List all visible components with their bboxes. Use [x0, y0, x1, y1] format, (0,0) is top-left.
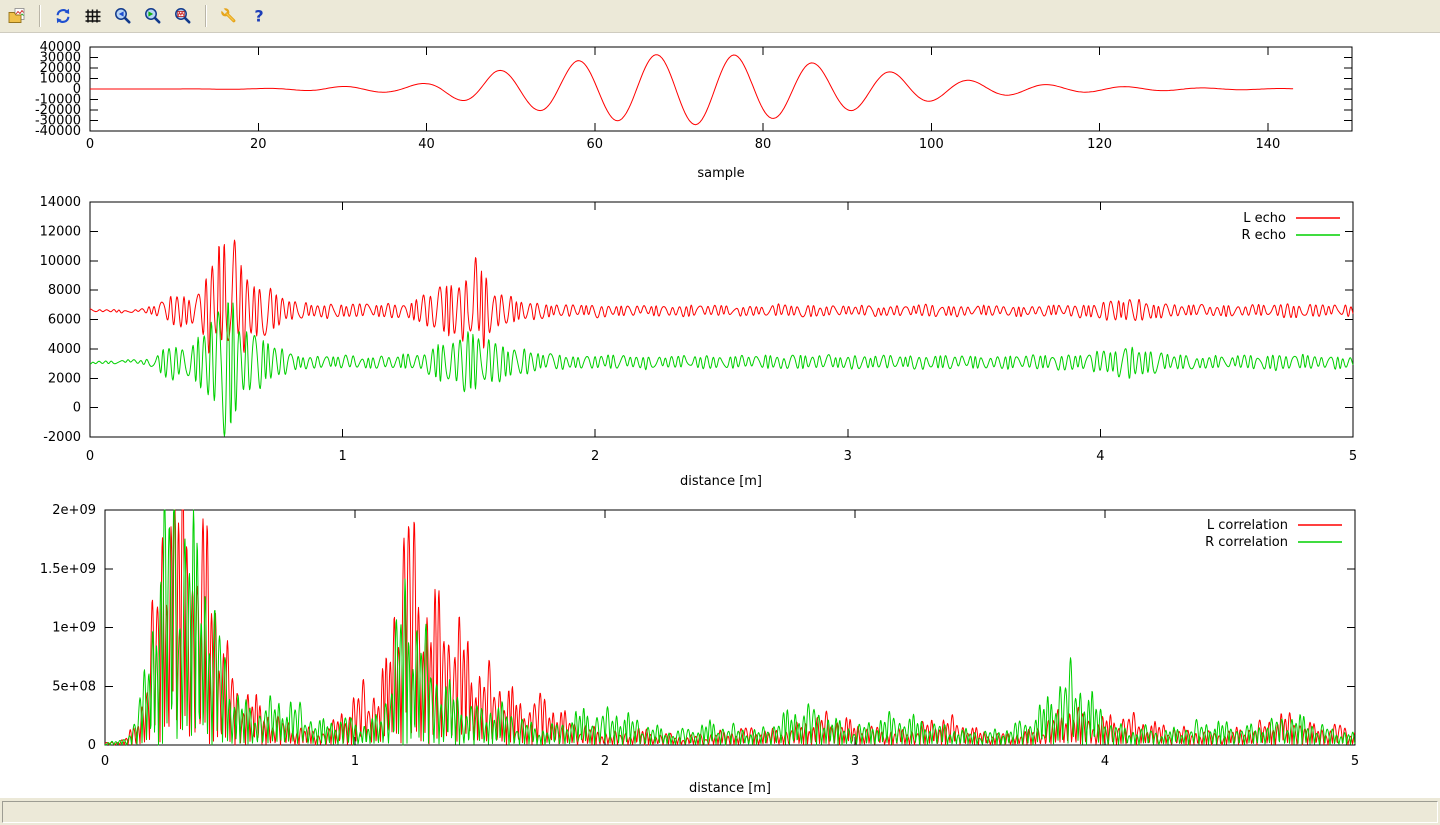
- plot-area[interactable]: [105, 510, 1355, 745]
- zoom-next-icon: [144, 7, 162, 25]
- y-tick-label: 2000: [48, 371, 81, 386]
- x-tick-label: 3: [844, 449, 852, 464]
- legend-label: L correlation: [1207, 518, 1288, 533]
- x-tick-label: 40: [418, 137, 435, 152]
- zoom-next-button[interactable]: [140, 3, 166, 29]
- x-axis-label: sample: [697, 166, 744, 181]
- toggle-grid-button[interactable]: [80, 3, 106, 29]
- y-tick-label: 0: [88, 738, 96, 753]
- y-tick-label: 6000: [48, 313, 81, 328]
- legend-label: L echo: [1243, 211, 1286, 226]
- plots-svg: 020406080100120140400003000020000100000-…: [0, 33, 1440, 798]
- x-tick-label: 1: [338, 449, 346, 464]
- y-tick-label: 10000: [40, 254, 81, 269]
- toolbar-separator: [205, 5, 207, 27]
- copy-to-clipboard-button[interactable]: [4, 3, 30, 29]
- configure-icon: [220, 7, 238, 25]
- toolbar-separator: [39, 5, 41, 27]
- x-tick-label: 20: [250, 137, 267, 152]
- configure-button[interactable]: [216, 3, 242, 29]
- copy-icon: [8, 7, 26, 25]
- y-tick-label: -2000: [43, 430, 81, 445]
- x-tick-label: 3: [851, 754, 859, 769]
- x-tick-label: 0: [86, 449, 94, 464]
- autoscale-icon: [174, 7, 192, 25]
- help-button[interactable]: ?: [246, 3, 272, 29]
- y-tick-label: 2e+09: [52, 503, 96, 518]
- x-tick-label: 140: [1255, 137, 1280, 152]
- svg-text:?: ?: [254, 7, 263, 25]
- y-tick-label: 0: [73, 401, 81, 416]
- plot-canvas[interactable]: 020406080100120140400003000020000100000-…: [0, 33, 1440, 798]
- x-tick-label: 1: [351, 754, 359, 769]
- grid-icon: [84, 7, 102, 25]
- help-icon: ?: [250, 7, 268, 25]
- y-tick-label: 4000: [48, 342, 81, 357]
- status-text: [2, 801, 1438, 823]
- y-tick-label: 8000: [48, 283, 81, 298]
- y-tick-label: 1.5e+09: [40, 562, 96, 577]
- x-tick-label: 60: [587, 137, 604, 152]
- zoom-previous-icon: [114, 7, 132, 25]
- x-tick-label: 0: [101, 754, 109, 769]
- x-tick-label: 2: [591, 449, 599, 464]
- x-tick-label: 5: [1351, 754, 1359, 769]
- x-axis-label: distance [m]: [680, 474, 762, 489]
- autoscale-button[interactable]: [170, 3, 196, 29]
- status-bar: [0, 798, 1440, 825]
- toolbar: ?: [0, 0, 1440, 33]
- legend-label: R correlation: [1205, 535, 1288, 550]
- replot-button[interactable]: [50, 3, 76, 29]
- x-tick-label: 4: [1101, 754, 1109, 769]
- plot-area[interactable]: [90, 202, 1353, 437]
- y-tick-label: 12000: [40, 224, 81, 239]
- replot-icon: [54, 7, 72, 25]
- x-tick-label: 120: [1087, 137, 1112, 152]
- y-tick-label: 1e+09: [52, 621, 96, 636]
- zoom-previous-button[interactable]: [110, 3, 136, 29]
- y-tick-label: 5e+08: [52, 679, 96, 694]
- x-tick-label: 0: [86, 137, 94, 152]
- x-tick-label: 4: [1096, 449, 1104, 464]
- x-tick-label: 5: [1349, 449, 1357, 464]
- gnuplot-window: ? 02040608010012014040000300002000010000…: [0, 0, 1440, 825]
- y-tick-label: 14000: [40, 195, 81, 210]
- x-tick-label: 100: [919, 137, 944, 152]
- x-tick-label: 2: [601, 754, 609, 769]
- x-tick-label: 80: [755, 137, 772, 152]
- legend-label: R echo: [1241, 228, 1286, 243]
- x-axis-label: distance [m]: [689, 781, 771, 796]
- y-tick-label: -40000: [35, 124, 81, 139]
